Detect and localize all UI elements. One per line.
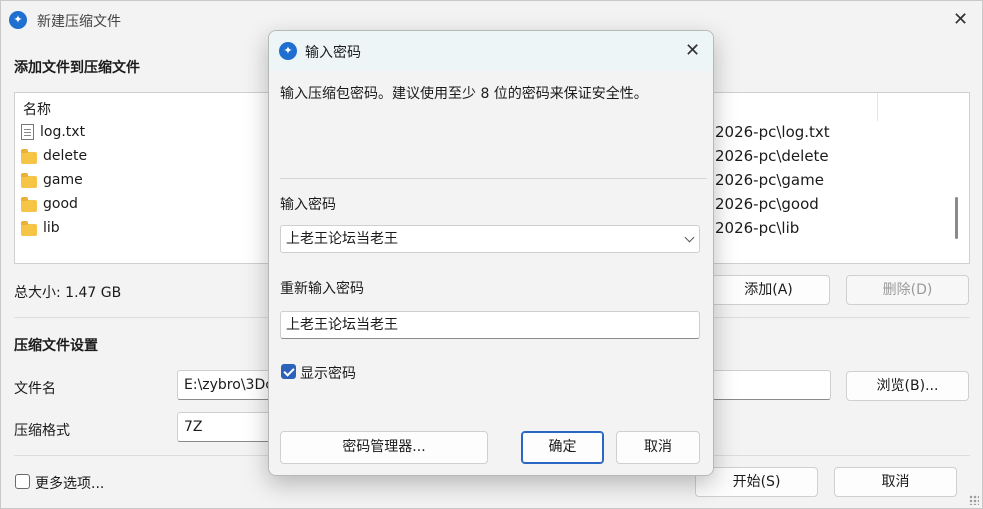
remove-button[interactable]: 删除(D)	[846, 275, 969, 305]
list-item[interactable]: lib	[21, 217, 60, 239]
file-name: lib	[43, 220, 60, 236]
scrollbar-thumb[interactable]	[955, 197, 958, 239]
divider	[280, 178, 707, 179]
password-value: 上老王论坛当老王	[286, 231, 398, 247]
list-item[interactable]: good	[21, 193, 78, 215]
filename-label: 文件名	[14, 381, 56, 397]
dialog-cancel-button[interactable]: 取消	[616, 431, 700, 464]
settings-section-title: 压缩文件设置	[14, 338, 98, 354]
ok-button[interactable]: 确定	[521, 431, 604, 464]
dialog-description: 输入压缩包密码。建议使用至少 8 位的密码来保证安全性。	[280, 86, 648, 102]
browse-button[interactable]: 浏览(B)...	[846, 371, 969, 401]
file-path: 2026-pc\log.txt	[715, 123, 830, 141]
total-size: 总大小: 1.47 GB	[14, 285, 122, 301]
file-path: 2026-pc\delete	[715, 147, 829, 165]
password-label: 输入密码	[280, 197, 336, 213]
folder-icon	[21, 148, 37, 164]
confirm-password-label: 重新输入密码	[280, 281, 364, 297]
dialog-content: 输入压缩包密码。建议使用至少 8 位的密码来保证安全性。 输入密码 上老王论坛当…	[269, 71, 713, 475]
file-name: good	[43, 196, 78, 212]
file-name: game	[43, 172, 83, 188]
list-item[interactable]: game	[21, 169, 83, 191]
more-options-label[interactable]: 更多选项...	[35, 473, 104, 493]
more-options-checkbox[interactable]	[15, 474, 30, 489]
chevron-down-icon[interactable]	[684, 232, 695, 243]
file-path: 2026-pc\game	[715, 171, 824, 189]
file-path: 2026-pc\good	[715, 195, 819, 213]
show-password-label[interactable]: 显示密码	[300, 363, 356, 383]
show-password-checkbox[interactable]	[281, 364, 296, 379]
confirm-password-input[interactable]: 上老王论坛当老王	[280, 311, 700, 339]
password-manager-button[interactable]: 密码管理器...	[280, 431, 488, 464]
close-icon[interactable]: ✕	[953, 10, 968, 30]
column-divider[interactable]	[877, 93, 878, 121]
cancel-button[interactable]: 取消	[834, 467, 957, 497]
app-logo-icon: ✦	[9, 11, 27, 29]
file-name: log.txt	[40, 124, 86, 140]
text-file-icon	[21, 124, 34, 140]
app-logo-icon: ✦	[279, 42, 297, 60]
format-select[interactable]: 7Z	[177, 412, 277, 442]
file-path: 2026-pc\lib	[715, 219, 800, 237]
format-label: 压缩格式	[14, 423, 70, 439]
resize-grip[interactable]	[969, 495, 979, 505]
dialog-title: 输入密码	[305, 45, 361, 61]
list-item[interactable]: delete	[21, 145, 87, 167]
password-dialog: ✦ 输入密码 ✕ 输入压缩包密码。建议使用至少 8 位的密码来保证安全性。 输入…	[268, 30, 714, 476]
files-section-title: 添加文件到压缩文件	[14, 60, 140, 76]
file-name: delete	[43, 148, 88, 164]
folder-icon	[21, 172, 37, 188]
dialog-title-bar: ✦ 输入密码 ✕	[269, 31, 713, 71]
close-icon[interactable]: ✕	[685, 41, 700, 61]
start-button[interactable]: 开始(S)	[695, 467, 818, 497]
column-header-name[interactable]: 名称	[23, 99, 51, 119]
window-title: 新建压缩文件	[37, 14, 121, 30]
add-button[interactable]: 添加(A)	[707, 275, 830, 305]
password-input[interactable]: 上老王论坛当老王	[280, 225, 700, 253]
folder-icon	[21, 196, 37, 212]
folder-icon	[21, 220, 37, 236]
list-item[interactable]: log.txt	[21, 121, 85, 143]
